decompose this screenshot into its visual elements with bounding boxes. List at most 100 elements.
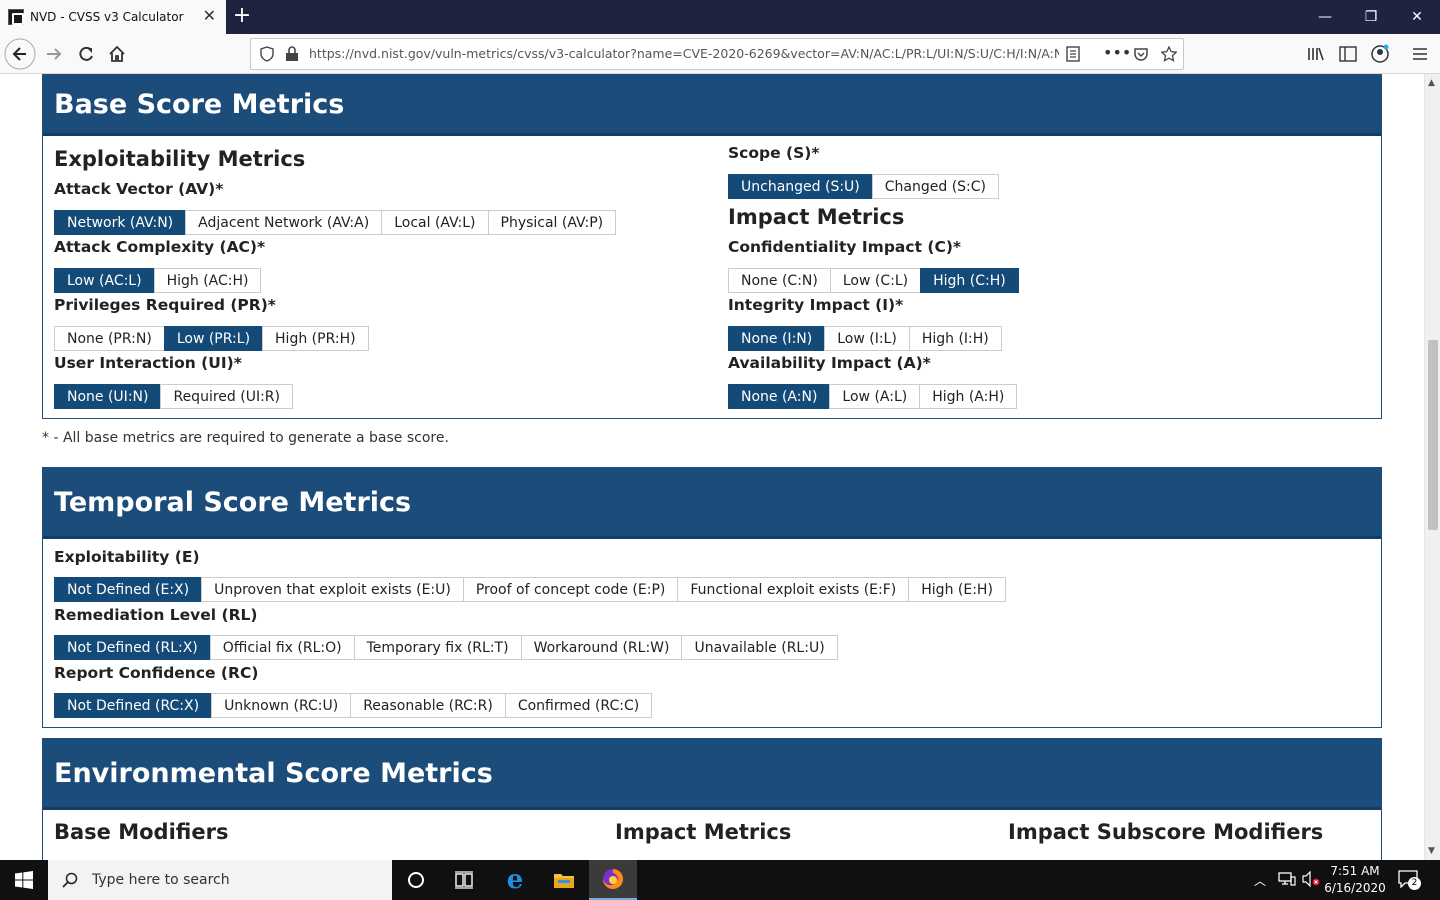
integrity-impact-option-2[interactable]: High (I:H) <box>908 326 1002 351</box>
attack-vector-option-0[interactable]: Network (AV:N) <box>54 210 187 235</box>
scope-label: Scope (S)* <box>728 144 820 162</box>
url-bar[interactable]: https://nvd.nist.gov/vuln-metrics/cvss/v… <box>250 38 1184 70</box>
page-content: Base Score Metrics Exploitability Metric… <box>0 74 1424 860</box>
browser-titlebar: NVD - CVSS v3 Calculator ✕ + — ❐ ✕ <box>0 0 1440 34</box>
taskbar-search-box[interactable]: Type here to search <box>48 860 392 900</box>
user-interaction-option-0[interactable]: None (UI:N) <box>54 384 162 409</box>
user-interaction-option-1[interactable]: Required (UI:R) <box>160 384 293 409</box>
firefox-taskbar-icon[interactable] <box>589 860 637 900</box>
attack-vector-option-1[interactable]: Adjacent Network (AV:A) <box>185 210 383 235</box>
notification-count: 2 <box>1408 877 1421 890</box>
availability-impact-option-0[interactable]: None (A:N) <box>728 384 831 409</box>
remediation-level-label: Remediation Level (RL) <box>54 606 258 624</box>
taskbar-clock[interactable]: 7:51 AM 6/16/2020 <box>1316 863 1394 897</box>
edge-browser-icon[interactable]: e <box>491 860 539 900</box>
action-center-notification-icon[interactable]: 2 <box>1398 870 1422 890</box>
report-confidence-option-1[interactable]: Unknown (RC:U) <box>211 693 352 718</box>
confidentiality-impact-group: None (C:N) Low (C:L) High (C:H) <box>728 268 1019 293</box>
user-interaction-group: None (UI:N) Required (UI:R) <box>54 384 293 409</box>
tray-chevron-up-icon[interactable]: ︿ <box>1254 872 1266 889</box>
network-icon[interactable] <box>1278 871 1296 891</box>
availability-impact-option-1[interactable]: Low (A:L) <box>829 384 921 409</box>
privileges-required-group: None (PR:N) Low (PR:L) High (PR:H) <box>54 326 369 351</box>
page-scrollbar[interactable]: ▲ ▼ <box>1424 74 1440 860</box>
attack-vector-option-3[interactable]: Physical (AV:P) <box>487 210 617 235</box>
remediation-level-option-2[interactable]: Temporary fix (RL:T) <box>353 635 522 660</box>
pocket-icon[interactable] <box>1133 46 1149 66</box>
reload-icon[interactable] <box>70 38 102 70</box>
home-icon[interactable] <box>101 38 133 70</box>
environmental-score-panel: Environmental Score Metrics Base Modifie… <box>42 738 1382 860</box>
privileges-required-option-1[interactable]: Low (PR:L) <box>163 326 264 351</box>
attack-complexity-group: Low (AC:L) High (AC:H) <box>54 268 262 293</box>
confidentiality-impact-option-1[interactable]: Low (C:L) <box>829 268 922 293</box>
base-metrics-note: * - All base metrics are required to gen… <box>42 430 449 446</box>
nvd-favicon-icon <box>8 9 24 25</box>
search-icon <box>62 872 78 888</box>
new-tab-plus-icon[interactable]: + <box>230 4 254 28</box>
restore-window-icon[interactable]: ❐ <box>1348 0 1394 34</box>
bookmark-star-icon[interactable] <box>1160 45 1178 66</box>
account-icon[interactable] <box>1364 38 1396 70</box>
attack-vector-option-2[interactable]: Local (AV:L) <box>381 210 489 235</box>
scrollbar-thumb[interactable] <box>1428 340 1438 530</box>
tab-close-icon[interactable]: ✕ <box>203 8 216 24</box>
exploitability-option-2[interactable]: Proof of concept code (E:P) <box>462 577 679 602</box>
menu-hamburger-icon[interactable] <box>1404 38 1436 70</box>
sidebar-icon[interactable] <box>1332 38 1364 70</box>
reader-view-icon[interactable] <box>1065 46 1081 66</box>
temporal-score-header: Temporal Score Metrics <box>43 468 1381 539</box>
attack-vector-group: Network (AV:N) Adjacent Network (AV:A) Loc… <box>54 210 617 235</box>
scroll-up-arrow-icon[interactable]: ▲ <box>1428 78 1435 88</box>
report-confidence-option-3[interactable]: Confirmed (RC:C) <box>504 693 653 718</box>
clock-date: 6/16/2020 <box>1324 881 1386 895</box>
back-arrow-icon[interactable] <box>4 38 36 70</box>
scope-option-1[interactable]: Changed (S:C) <box>871 174 1000 199</box>
exploitability-option-4[interactable]: High (E:H) <box>908 577 1006 602</box>
confidentiality-impact-option-2[interactable]: High (C:H) <box>920 268 1019 293</box>
scroll-down-arrow-icon[interactable]: ▼ <box>1428 846 1435 856</box>
exploitability-option-0[interactable]: Not Defined (E:X) <box>54 577 203 602</box>
attack-complexity-option-1[interactable]: High (AC:H) <box>153 268 262 293</box>
task-view-icon[interactable] <box>440 860 488 900</box>
report-confidence-group: Not Defined (RC:X) Unknown (RC:U) Reasonab… <box>54 693 653 718</box>
lock-icon[interactable] <box>285 46 299 66</box>
minimize-window-icon[interactable]: — <box>1302 0 1348 34</box>
availability-impact-group: None (A:N) Low (A:L) High (A:H) <box>728 384 1018 409</box>
privileges-required-option-2[interactable]: High (PR:H) <box>262 326 369 351</box>
remediation-level-group: Not Defined (RL:X) Official fix (RL:O) Tem… <box>54 635 838 660</box>
report-confidence-label: Report Confidence (RC) <box>54 664 259 682</box>
attack-complexity-option-0[interactable]: Low (AC:L) <box>54 268 155 293</box>
integrity-impact-option-0[interactable]: None (I:N) <box>728 326 826 351</box>
library-icon[interactable] <box>1300 38 1332 70</box>
availability-impact-option-2[interactable]: High (A:H) <box>919 384 1018 409</box>
url-text[interactable]: https://nvd.nist.gov/vuln-metrics/cvss/v… <box>309 46 1059 61</box>
remediation-level-option-4[interactable]: Unavailable (RL:U) <box>681 635 838 660</box>
remediation-level-option-3[interactable]: Workaround (RL:W) <box>520 635 683 660</box>
report-confidence-option-2[interactable]: Reasonable (RC:R) <box>350 693 506 718</box>
exploitability-option-3[interactable]: Functional exploit exists (E:F) <box>677 577 910 602</box>
scope-group: Unchanged (S:U) Changed (S:C) <box>728 174 1000 199</box>
more-actions-icon[interactable]: ••• <box>1103 43 1131 62</box>
confidentiality-impact-label: Confidentiality Impact (C)* <box>728 238 962 256</box>
scope-option-0[interactable]: Unchanged (S:U) <box>728 174 873 199</box>
temporal-score-panel: Temporal Score Metrics Exploitability (E… <box>42 467 1382 728</box>
impact-subscore-modifiers-title: Impact Subscore Modifiers <box>1008 820 1324 844</box>
windows-start-icon[interactable] <box>0 860 48 900</box>
report-confidence-option-0[interactable]: Not Defined (RC:X) <box>54 693 213 718</box>
privileges-required-label: Privileges Required (PR)* <box>54 296 276 314</box>
remediation-level-option-1[interactable]: Official fix (RL:O) <box>209 635 355 660</box>
shield-icon[interactable] <box>259 46 275 66</box>
confidentiality-impact-option-0[interactable]: None (C:N) <box>728 268 831 293</box>
file-explorer-icon[interactable] <box>540 860 588 900</box>
browser-tab[interactable]: NVD - CVSS v3 Calculator ✕ <box>0 0 226 34</box>
attack-complexity-label: Attack Complexity (AC)* <box>54 238 266 256</box>
user-interaction-label: User Interaction (UI)* <box>54 354 242 372</box>
cortana-circle-icon[interactable] <box>392 860 440 900</box>
remediation-level-option-0[interactable]: Not Defined (RL:X) <box>54 635 211 660</box>
integrity-impact-option-1[interactable]: Low (I:L) <box>824 326 910 351</box>
privileges-required-option-0[interactable]: None (PR:N) <box>54 326 165 351</box>
exploitability-option-1[interactable]: Unproven that exploit exists (E:U) <box>201 577 464 602</box>
close-window-icon[interactable]: ✕ <box>1394 0 1440 34</box>
forward-arrow-icon[interactable] <box>38 38 70 70</box>
